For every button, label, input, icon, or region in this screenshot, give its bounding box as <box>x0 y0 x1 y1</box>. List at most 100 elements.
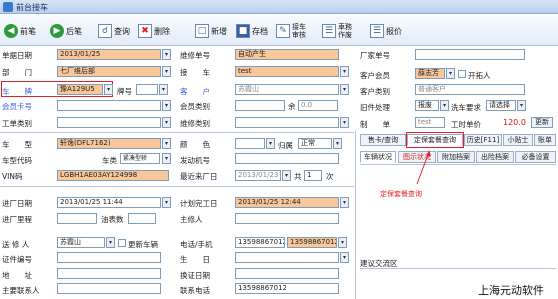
mobile-dropdown[interactable]: ▾ <box>338 237 347 248</box>
member-card-dropdown[interactable]: ▾ <box>162 100 171 111</box>
member-card-field[interactable] <box>57 100 161 111</box>
query-button[interactable]: ☌ 查询 <box>98 19 130 43</box>
save-button[interactable]: ■ 存档 <box>236 19 268 43</box>
model-dropdown[interactable]: ▾ <box>162 138 171 149</box>
phone-label: 电话/手机 <box>180 240 213 249</box>
plate-number-field[interactable] <box>136 84 158 95</box>
tab-extra-files[interactable]: 附加档案 <box>437 151 475 163</box>
audit-label-2: 审核 <box>292 31 306 39</box>
arrow-right-icon: ▶ <box>50 24 64 38</box>
color-field[interactable] <box>235 138 265 149</box>
date-field[interactable]: 2013/01/25 <box>57 49 161 60</box>
sender-dropdown[interactable]: ▾ <box>106 237 115 248</box>
address-field[interactable] <box>57 268 161 279</box>
model-field[interactable]: 轩逸(DFL7162) <box>57 138 161 149</box>
update-car-checkbox[interactable] <box>118 239 126 247</box>
sender-label: 送 修 人 <box>2 240 30 249</box>
repair-type-dropdown[interactable]: ▾ <box>340 117 349 128</box>
divider <box>0 132 354 133</box>
next-button[interactable]: ▶ 后笔 <box>50 19 82 43</box>
wash-label: 洗车要求 <box>451 103 481 112</box>
member-type-field[interactable] <box>235 100 285 111</box>
date-dropdown[interactable]: ▾ <box>162 49 171 60</box>
window-title: 前台接车 <box>16 3 48 12</box>
attr-dropdown[interactable]: ▾ <box>333 138 342 149</box>
customer-dropdown[interactable]: ▾ <box>340 84 349 95</box>
supervisor-field[interactable] <box>235 213 339 224</box>
search-icon: ☌ <box>98 24 112 38</box>
last-in-dropdown[interactable]: ▾ <box>282 170 291 181</box>
mobile-field[interactable]: 13598867012 <box>287 237 337 248</box>
wash-dropdown[interactable]: ▾ <box>517 100 526 111</box>
license-date-field[interactable] <box>235 268 339 279</box>
vin-field[interactable]: LGBH1AE03AY124998 <box>57 170 169 181</box>
customer-field[interactable]: 苏霞山 <box>235 84 339 95</box>
cert-field[interactable] <box>57 252 161 263</box>
engine-field[interactable] <box>235 153 339 164</box>
wash-field[interactable]: 请选择 <box>486 100 516 111</box>
birthday-dropdown[interactable]: ▾ <box>340 252 349 263</box>
contact-field[interactable] <box>57 283 161 294</box>
new-document-icon: □ <box>195 24 209 38</box>
tab-required-settings[interactable]: 必备设置 <box>515 151 556 163</box>
pickup-dropdown[interactable]: ▾ <box>340 66 349 77</box>
tab-tips[interactable]: 小贴士 <box>503 134 533 146</box>
workorder-dropdown[interactable]: ▾ <box>162 117 171 128</box>
watermark: 上海元动软件 <box>478 284 544 297</box>
factory-no-field[interactable] <box>415 49 525 60</box>
contact-phone-field[interactable]: 13598867012 <box>235 283 339 294</box>
dept-field[interactable]: 七厂维后部 <box>57 66 161 77</box>
in-date-field[interactable]: 2013/01/25 11:44 <box>57 197 161 208</box>
old-parts-field[interactable]: 报废 <box>415 100 439 111</box>
quote-icon: ☰ <box>370 24 384 38</box>
attr-field[interactable]: 正常 <box>298 138 332 149</box>
planned-label: 计划完工日 <box>180 199 218 208</box>
car-type-field[interactable]: 紧凑型轿 <box>120 153 160 164</box>
opener-checkbox[interactable] <box>458 70 466 78</box>
planned-dropdown[interactable]: ▾ <box>340 197 349 208</box>
prev-button[interactable]: ◀ 前笔 <box>4 19 36 43</box>
color-dropdown[interactable]: ▾ <box>266 138 275 149</box>
labor-price-label: 工时单价 <box>451 120 481 129</box>
annotation-arrow-icon <box>416 150 431 185</box>
cust-member-field[interactable]: 薛志芳 <box>415 68 445 79</box>
tab-history[interactable]: 历史[F11] <box>464 134 502 146</box>
phone-field[interactable]: 13598867012 <box>235 237 285 248</box>
plate-dropdown[interactable]: ▾ <box>104 84 113 95</box>
delete-button[interactable]: ✖ 删除 <box>138 19 170 43</box>
audit-button[interactable]: ✎ 接车 审核 <box>276 19 306 43</box>
void-button[interactable]: ☰ 車務 作废 <box>322 19 352 43</box>
planned-field[interactable]: 2013/01/25 12:44 <box>235 197 339 208</box>
birthday-field[interactable] <box>235 252 339 263</box>
in-mileage-field[interactable] <box>57 213 97 224</box>
tab-vehicle-status[interactable]: 车辆状况 <box>360 151 396 163</box>
repair-no-field[interactable]: 自动产生 <box>235 49 339 60</box>
quote-button[interactable]: ☰ 报价 <box>370 19 402 43</box>
in-date-dropdown[interactable]: ▾ <box>162 197 171 208</box>
model-code-label: 车型代码 <box>2 156 32 165</box>
plate-field[interactable]: 豫A129U5 <box>57 84 103 95</box>
tab-sell-card[interactable]: 售卡/查询 <box>360 134 406 146</box>
plate-number-dropdown[interactable]: ▾ <box>159 84 168 95</box>
fuel-label: 油表数 <box>101 215 124 224</box>
car-type-dropdown[interactable]: ▾ <box>162 153 171 164</box>
pickup-field[interactable]: test <box>235 66 339 77</box>
repair-type-field[interactable] <box>235 117 339 128</box>
dept-dropdown[interactable]: ▾ <box>162 66 171 77</box>
old-parts-dropdown[interactable]: ▾ <box>440 100 449 111</box>
tab-accident-files[interactable]: 出险档案 <box>476 151 514 163</box>
workorder-field[interactable] <box>57 117 161 128</box>
toolbar: ◀ 前笔 ▶ 后笔 ☌ 查询 ✖ 删除 □ 新增 ■ 存档 ✎ 接车 审核 ☰ 車… <box>0 15 558 46</box>
arrow-left-icon: ◀ <box>4 24 18 38</box>
member-card-label: 会员卡号 <box>2 102 32 111</box>
sender-field[interactable]: 苏霞山 <box>57 237 105 248</box>
package-tab-highlight <box>406 132 464 148</box>
tab-bill[interactable]: 账单 <box>534 134 556 146</box>
last-in-label: 最近来厂日 <box>180 172 218 181</box>
fuel-field[interactable] <box>128 213 156 224</box>
new-button[interactable]: □ 新增 <box>195 19 227 43</box>
cust-member-dropdown[interactable]: ▾ <box>446 68 455 79</box>
update-button[interactable]: 更新 <box>531 117 553 128</box>
opener-label: 开拓人 <box>468 71 491 80</box>
times-label: 共 <box>294 172 302 181</box>
